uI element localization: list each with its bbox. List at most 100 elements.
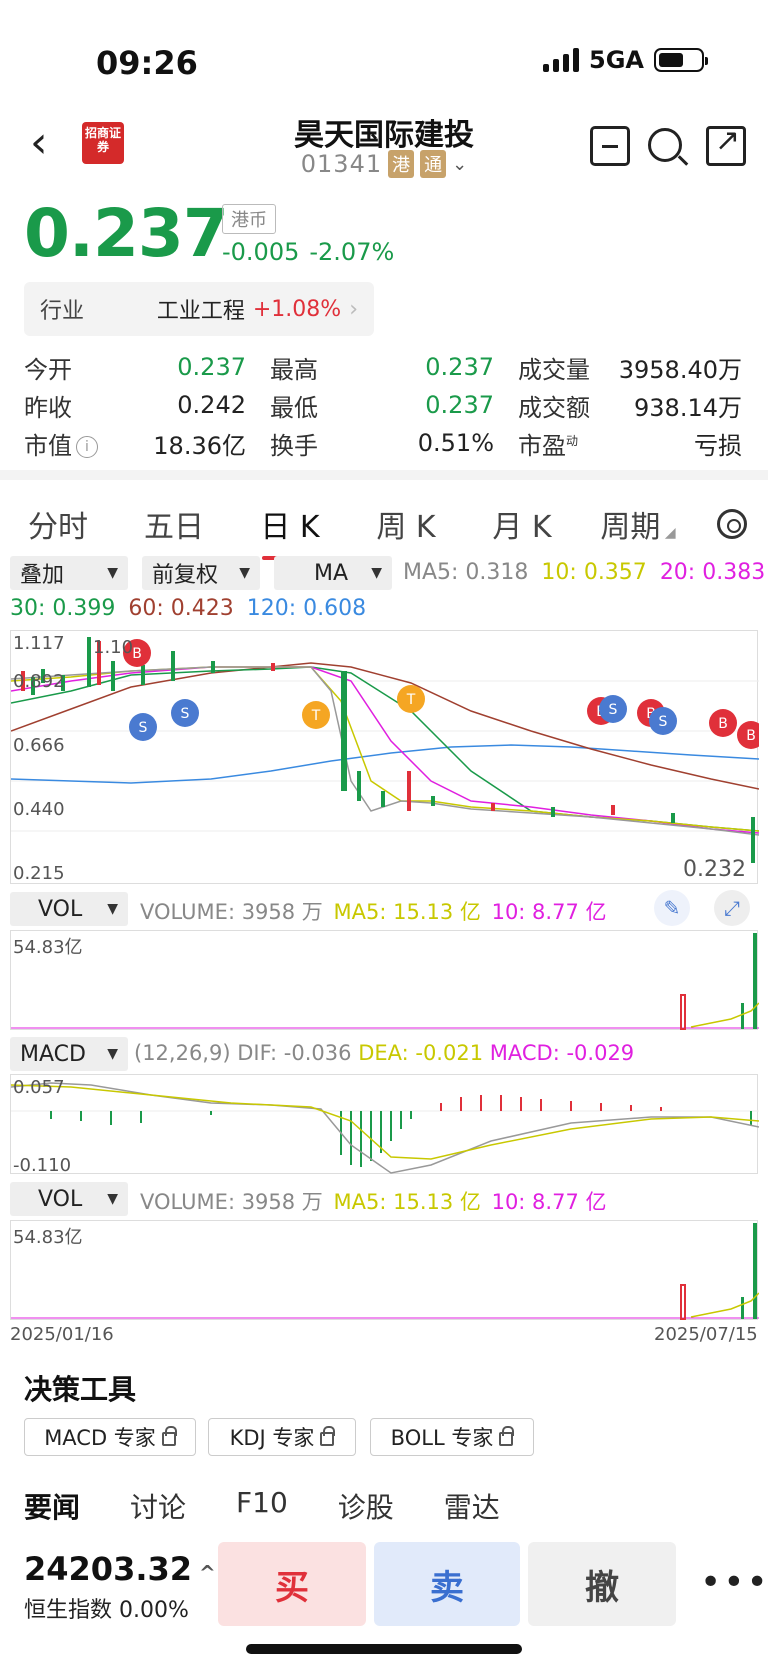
tab-f10[interactable]: F10 <box>236 1486 288 1526</box>
kdj-expert-button[interactable]: KDJ 专家 <box>208 1418 356 1456</box>
svg-text:B: B <box>132 646 142 662</box>
section-divider <box>0 470 768 480</box>
volume-chart-1[interactable]: 54.83亿 <box>10 930 760 1030</box>
kline-chart[interactable]: B S S T T B S B S B B 1.117 0.892 0.666 … <box>10 630 765 884</box>
tab-diagnosis[interactable]: 诊股 <box>338 1486 394 1526</box>
high-price-label: 1.10 <box>93 637 134 658</box>
tab-daily-k[interactable]: 日 K <box>232 502 348 546</box>
kdj-expert-label: KDJ 专家 <box>229 1426 315 1450</box>
remove-watchlist-icon[interactable] <box>590 126 630 166</box>
macd-top-label: 0.057 <box>13 1077 65 1098</box>
search-icon[interactable] <box>648 128 682 162</box>
ma20-legend: 20: 0.383 <box>659 560 766 585</box>
macd-dea: DEA: -0.021 <box>358 1041 484 1065</box>
prev-close-value: 0.242 <box>177 391 246 419</box>
prev-close-label: 昨收 <box>24 393 72 422</box>
currency-badge: 港币 <box>222 204 276 234</box>
caret-down-icon: ▼ <box>107 1046 118 1062</box>
gear-icon[interactable] <box>717 509 747 539</box>
macd-select[interactable]: MACD ▼ <box>10 1037 128 1071</box>
tab-weekly-k[interactable]: 周 K <box>348 502 464 546</box>
macd-expert-button[interactable]: MACD 专家 <box>24 1418 196 1456</box>
y-label-1: 0.892 <box>13 671 65 692</box>
macd-bars-up <box>440 1095 662 1111</box>
pencil-icon[interactable]: ✎ <box>654 890 690 926</box>
market-tag-2: 通 <box>420 150 447 178</box>
y-label-2: 0.666 <box>13 735 65 756</box>
chevron-down-icon: ⌄ <box>452 153 468 175</box>
chart-period-tabs: 分时 五日 日 K 周 K 月 K 周期 ◢ <box>0 496 768 552</box>
tab-five-day[interactable]: 五日 <box>116 502 232 546</box>
turnover-rate-label: 换手 <box>270 431 318 460</box>
macd-bottom-label: -0.110 <box>13 1155 72 1176</box>
tab-monthly-k[interactable]: 月 K <box>464 502 580 546</box>
ma60-legend: 60: 0.423 <box>128 596 234 621</box>
share-icon[interactable] <box>706 123 746 166</box>
industry-change: +1.08% <box>252 296 342 322</box>
high-label: 最高 <box>270 355 318 384</box>
volume-chart-2[interactable]: 54.83亿 <box>10 1220 760 1320</box>
overlay-select[interactable]: 叠加 ▼ <box>10 556 128 590</box>
turnover-value: 938.14万 <box>634 393 742 422</box>
tab-news[interactable]: 要闻 <box>24 1486 80 1526</box>
lock-icon <box>161 1426 177 1446</box>
vol1-label: VOL <box>38 896 83 922</box>
buy-button[interactable]: 买 <box>218 1542 366 1626</box>
macd-svg <box>10 1082 760 1174</box>
macd-dif: DIF: -0.036 <box>237 1041 352 1065</box>
battery-icon <box>654 48 708 72</box>
trade-markers: B S S T T B S B S B B <box>123 639 765 749</box>
open-label: 今开 <box>24 355 72 384</box>
adjust-label: 前复权 <box>152 563 219 588</box>
y-label-3: 0.440 <box>13 799 65 820</box>
tab-period-label: 周期 <box>600 510 661 545</box>
volume-value: 3958.40万 <box>618 355 742 384</box>
ma20-line <box>10 666 760 834</box>
ma10-legend: 10: 0.357 <box>541 560 647 585</box>
kline-svg: B S S T T B S B S B B <box>10 637 765 863</box>
open-value: 0.237 <box>177 353 246 381</box>
boll-expert-button[interactable]: BOLL 专家 <box>370 1418 534 1456</box>
tools-title: 决策工具 <box>24 1373 137 1406</box>
quote-grid: 今开 0.237 最高 0.237 成交量 3958.40万 昨收 0.242 最低 0.… <box>24 348 744 462</box>
info-icon[interactable]: i <box>76 435 98 458</box>
vol1-select[interactable]: VOL ▼ <box>10 892 128 926</box>
macd-value: MACD: -0.029 <box>489 1041 635 1065</box>
low-label: 最低 <box>270 393 318 422</box>
vol2-select[interactable]: VOL ▼ <box>10 1182 128 1216</box>
tab-period[interactable]: 周期 ◢ <box>580 502 696 546</box>
index-name-row: 恒生指数 0.00% <box>24 1592 189 1624</box>
macd-legend: (12,26,9) DIF: -0.036 DEA: -0.021 MACD: … <box>134 1041 634 1065</box>
index-value[interactable]: 24203.32 ^ <box>24 1550 216 1588</box>
low-value: 0.237 <box>425 391 494 419</box>
date-end: 2025/07/15 <box>654 1324 758 1345</box>
index-value-text: 24203.32 <box>24 1550 193 1588</box>
svg-text:T: T <box>311 708 321 724</box>
ma-legend-row2: 30: 0.399 60: 0.423 120: 0.608 <box>10 596 366 621</box>
adjust-select[interactable]: 前复权 ▼ <box>142 556 260 590</box>
cancel-order-button[interactable]: 撤 <box>528 1542 676 1626</box>
industry-row[interactable]: 行业 工业工程 +1.08% › <box>24 282 374 336</box>
macd-expert-label: MACD 专家 <box>44 1426 156 1450</box>
caret-down-icon: ▼ <box>239 565 250 581</box>
lock-icon <box>499 1426 515 1446</box>
vol2-label: VOL <box>38 1186 83 1212</box>
lock-icon <box>320 1426 336 1446</box>
sell-button[interactable]: 卖 <box>374 1542 520 1626</box>
caret-down-icon: ▼ <box>107 565 118 581</box>
macd-label: MACD <box>20 1041 86 1067</box>
ma5-line <box>10 666 760 836</box>
overlay-label: 叠加 <box>20 563 65 588</box>
turnover-rate-value: 0.51% <box>417 429 494 457</box>
tab-discussion[interactable]: 讨论 <box>130 1486 186 1526</box>
news-tabs: 要闻 讨论 F10 诊股 雷达 <box>0 1486 768 1526</box>
vol2-svg <box>11 1223 760 1320</box>
tab-radar[interactable]: 雷达 <box>444 1486 500 1526</box>
macd-chart[interactable]: 0.057 -0.110 <box>10 1074 760 1176</box>
indicator-select[interactable]: MA ▼ <box>274 556 392 590</box>
svg-text:T: T <box>406 692 416 708</box>
tab-intraday[interactable]: 分时 <box>0 502 116 546</box>
expand-icon[interactable]: ⤢ <box>714 890 750 926</box>
more-icon[interactable]: ••• <box>700 1562 768 1603</box>
volume-label: 成交量 <box>518 355 590 384</box>
